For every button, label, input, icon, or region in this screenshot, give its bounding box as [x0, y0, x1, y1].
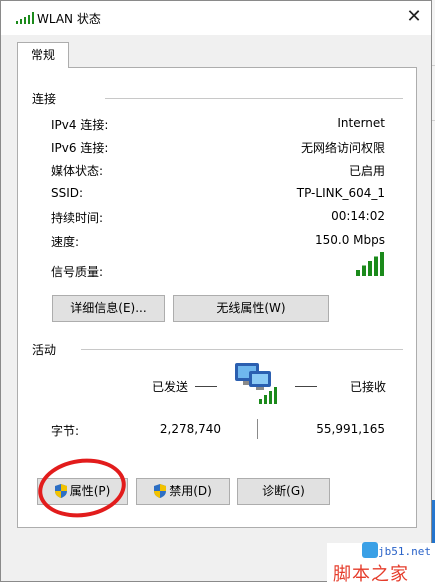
media-state-value: 已启用	[348, 164, 385, 178]
tab-general[interactable]: 常规	[17, 42, 69, 68]
speed-label: 速度:	[51, 235, 80, 249]
ssid-value: TP-LINK_604_1	[296, 186, 385, 200]
ipv6-value: 无网络访问权限	[300, 141, 385, 155]
signal-quality-label: 信号质量:	[51, 265, 104, 279]
network-computers-icon	[235, 363, 277, 404]
ipv4-label: IPv4 连接:	[51, 118, 109, 132]
shield-icon	[154, 484, 167, 498]
title-bar[interactable]: WLAN 状态 ✕	[1, 1, 431, 35]
watermark-logo	[362, 542, 378, 558]
details-button[interactable]: 详细信息(E)...	[52, 295, 165, 322]
duration-value: 00:14:02	[331, 209, 385, 223]
speed-value: 150.0 Mbps	[314, 233, 385, 247]
wifi-signal-icon	[16, 12, 34, 24]
signal-bar	[374, 256, 378, 276]
watermark-url: jb51.net	[378, 545, 431, 558]
bytes-received-value: 55,991,165	[316, 422, 385, 436]
activity-divider	[81, 349, 403, 350]
close-icon[interactable]: ✕	[399, 3, 429, 31]
received-label: 已接收	[350, 380, 387, 394]
window-title: WLAN 状态	[37, 12, 101, 26]
bytes-sent-value: 2,278,740	[159, 422, 221, 436]
sent-label: 已发送	[152, 380, 189, 394]
signal-strength-icon	[356, 252, 384, 276]
signal-bar	[380, 252, 384, 276]
connection-divider	[105, 98, 403, 99]
wlan-status-dialog: WLAN 状态 ✕ 常规 连接 IPv4 连接: Internet IPv6 连…	[0, 0, 432, 582]
activity-heading: 活动	[32, 343, 57, 357]
ipv6-label: IPv6 连接:	[51, 141, 109, 155]
watermark-name: 脚本之家	[333, 564, 409, 585]
ssid-label: SSID:	[51, 186, 84, 200]
signal-bar	[356, 270, 360, 276]
bytes-separator	[257, 419, 258, 439]
wireless-properties-button[interactable]: 无线属性(W)	[173, 295, 329, 322]
connection-heading: 连接	[32, 92, 57, 106]
disable-button[interactable]: 禁用(D)	[136, 478, 230, 505]
duration-label: 持续时间:	[51, 211, 104, 225]
signal-bar	[368, 261, 372, 276]
signal-bar	[362, 265, 366, 276]
received-line	[295, 386, 317, 387]
disable-label: 禁用(D)	[169, 484, 212, 498]
ipv4-value: Internet	[337, 116, 385, 130]
media-state-label: 媒体状态:	[51, 164, 104, 178]
bytes-label: 字节:	[51, 424, 80, 438]
sent-line	[195, 386, 217, 387]
diagnose-button[interactable]: 诊断(G)	[237, 478, 330, 505]
